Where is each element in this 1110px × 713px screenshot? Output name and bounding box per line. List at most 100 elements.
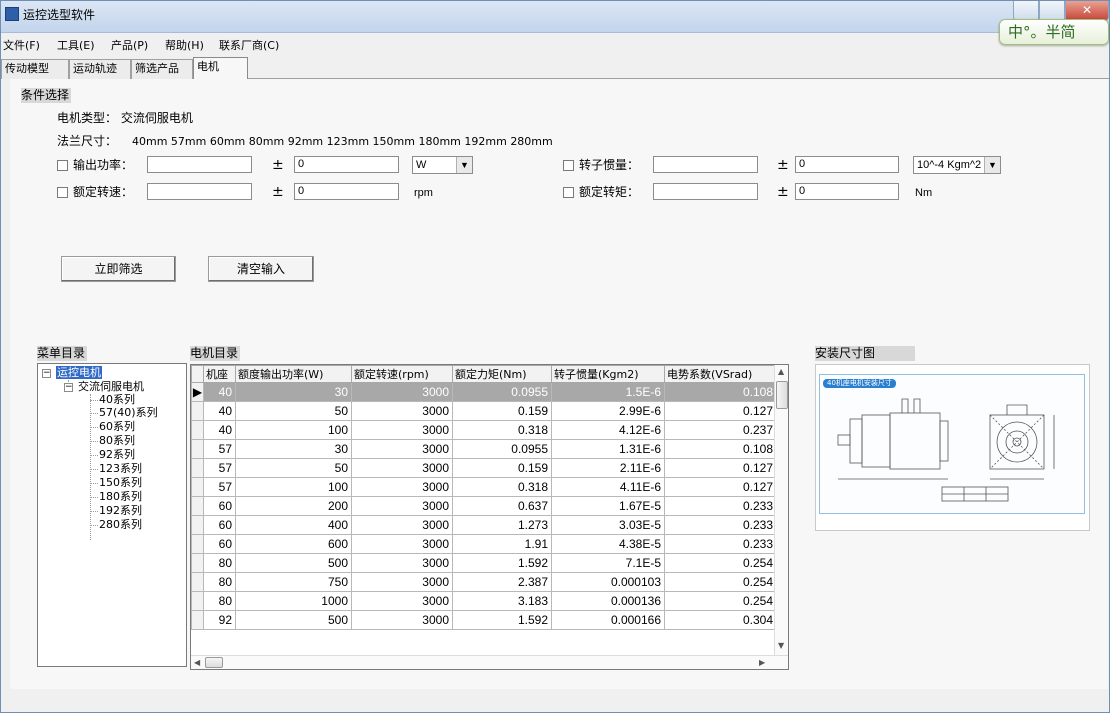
- menu-product[interactable]: 产品(P): [111, 37, 148, 55]
- table-cell[interactable]: 0.237: [664, 420, 777, 440]
- table-row[interactable]: ▶ 40 30 3000 0.0955 1.5E-6 0.108: [191, 382, 777, 402]
- output-power-checkbox[interactable]: [57, 160, 68, 171]
- table-row[interactable]: 57 30 3000 0.0955 1.31E-6 0.108: [191, 439, 777, 459]
- table-cell[interactable]: 0.318: [452, 420, 552, 440]
- row-header[interactable]: [191, 477, 204, 497]
- table-cell[interactable]: 3000: [351, 382, 453, 402]
- table-cell[interactable]: 0.254: [664, 572, 777, 592]
- maximize-button[interactable]: [1039, 1, 1065, 21]
- collapse-icon[interactable]: −: [64, 383, 73, 392]
- scroll-left-icon[interactable]: ◀: [194, 658, 200, 667]
- table-cell[interactable]: 0.254: [664, 553, 777, 573]
- table-cell[interactable]: 0.318: [452, 477, 552, 497]
- scrollbar-thumb[interactable]: [205, 657, 223, 668]
- table-cell[interactable]: 0.159: [452, 458, 552, 478]
- table-cell[interactable]: 0.108: [664, 382, 777, 402]
- table-cell[interactable]: 1.91: [452, 534, 552, 554]
- rotor-inertia-input[interactable]: [653, 156, 758, 173]
- row-header[interactable]: [191, 591, 204, 611]
- table-cell[interactable]: 80: [203, 553, 236, 573]
- clear-input-button[interactable]: 清空输入: [208, 256, 314, 282]
- table-row[interactable]: 60 600 3000 1.91 4.38E-5 0.233: [191, 534, 777, 554]
- scroll-down-icon[interactable]: ▼: [778, 641, 784, 650]
- table-cell[interactable]: 0.159: [452, 401, 552, 421]
- table-cell[interactable]: 4.12E-6: [551, 420, 665, 440]
- table-cell[interactable]: 40: [203, 420, 236, 440]
- rated-torque-input[interactable]: [653, 183, 758, 200]
- table-cell[interactable]: 3000: [351, 496, 453, 516]
- table-cell[interactable]: 100: [235, 477, 352, 497]
- table-cell[interactable]: 50: [235, 458, 352, 478]
- tree-node-series[interactable]: 180系列: [99, 491, 142, 503]
- table-cell[interactable]: 3000: [351, 401, 453, 421]
- table-row[interactable]: 40 50 3000 0.159 2.99E-6 0.127: [191, 401, 777, 421]
- table-cell[interactable]: 0.000166: [551, 610, 665, 630]
- table-cell[interactable]: 2.11E-6: [551, 458, 665, 478]
- table-cell[interactable]: 3.183: [452, 591, 552, 611]
- table-cell[interactable]: 1.31E-6: [551, 439, 665, 459]
- table-row[interactable]: 40 100 3000 0.318 4.12E-6 0.237: [191, 420, 777, 440]
- tree-node-series[interactable]: 192系列: [99, 505, 142, 517]
- table-cell[interactable]: 500: [235, 553, 352, 573]
- table-cell[interactable]: 400: [235, 515, 352, 535]
- table-cell[interactable]: 80: [203, 572, 236, 592]
- row-header[interactable]: [191, 496, 204, 516]
- tab-filter-products[interactable]: 筛选产品: [131, 59, 193, 79]
- table-cell[interactable]: 0.233: [664, 515, 777, 535]
- table-cell[interactable]: 0.0955: [452, 439, 552, 459]
- table-cell[interactable]: 0.127: [664, 477, 777, 497]
- table-vertical-scrollbar[interactable]: ▲ ▼: [774, 365, 788, 655]
- table-cell[interactable]: 2.387: [452, 572, 552, 592]
- table-row[interactable]: 80 750 3000 2.387 0.000103 0.254: [191, 572, 777, 592]
- rated-torque-tolerance-input[interactable]: 0: [795, 183, 899, 200]
- table-cell[interactable]: 0.0955: [452, 382, 552, 402]
- tree-node-series[interactable]: 92系列: [99, 449, 135, 461]
- table-cell[interactable]: 3000: [351, 458, 453, 478]
- table-cell[interactable]: 0.233: [664, 534, 777, 554]
- tree-node-series[interactable]: 60系列: [99, 421, 135, 433]
- table-cell[interactable]: 3000: [351, 439, 453, 459]
- tree-node-series[interactable]: 40系列: [99, 394, 135, 406]
- table-cell[interactable]: 57: [203, 458, 236, 478]
- table-cell[interactable]: 500: [235, 610, 352, 630]
- table-row[interactable]: 80 500 3000 1.592 7.1E-5 0.254: [191, 553, 777, 573]
- table-cell[interactable]: 3000: [351, 591, 453, 611]
- table-cell[interactable]: 2.99E-6: [551, 401, 665, 421]
- row-header[interactable]: [191, 420, 204, 440]
- table-cell[interactable]: 0.127: [664, 401, 777, 421]
- tab-motor[interactable]: 电机: [193, 57, 248, 80]
- table-cell[interactable]: 3.03E-5: [551, 515, 665, 535]
- table-cell[interactable]: 40: [203, 401, 236, 421]
- table-cell[interactable]: 1000: [235, 591, 352, 611]
- table-cell[interactable]: 0.108: [664, 439, 777, 459]
- table-cell[interactable]: 600: [235, 534, 352, 554]
- table-cell[interactable]: 0.637: [452, 496, 552, 516]
- table-cell[interactable]: 0.127: [664, 458, 777, 478]
- table-cell[interactable]: 0.254: [664, 591, 777, 611]
- column-header[interactable]: 电势系数(VSrad): [664, 365, 777, 383]
- table-cell[interactable]: 3000: [351, 553, 453, 573]
- row-header[interactable]: [191, 534, 204, 554]
- tab-motion-trajectory[interactable]: 运动轨迹: [69, 59, 131, 79]
- column-header[interactable]: 机座: [203, 365, 236, 383]
- table-cell[interactable]: 3000: [351, 572, 453, 592]
- row-header[interactable]: [191, 572, 204, 592]
- filter-now-button[interactable]: 立即筛选: [61, 256, 176, 282]
- table-cell[interactable]: 0.000103: [551, 572, 665, 592]
- table-cell[interactable]: 60: [203, 515, 236, 535]
- rated-speed-tolerance-input[interactable]: 0: [294, 183, 399, 200]
- close-button[interactable]: ✕: [1065, 1, 1109, 21]
- table-cell[interactable]: 0.304: [664, 610, 777, 630]
- table-cell[interactable]: 1.592: [452, 610, 552, 630]
- table-cell[interactable]: 60: [203, 534, 236, 554]
- table-cell[interactable]: 3000: [351, 420, 453, 440]
- table-row[interactable]: 60 200 3000 0.637 1.67E-5 0.233: [191, 496, 777, 516]
- row-header[interactable]: [191, 458, 204, 478]
- menu-help[interactable]: 帮助(H): [165, 37, 204, 55]
- table-cell[interactable]: 1.273: [452, 515, 552, 535]
- table-cell[interactable]: 100: [235, 420, 352, 440]
- table-cell[interactable]: 3000: [351, 477, 453, 497]
- table-cell[interactable]: 92: [203, 610, 236, 630]
- output-power-input[interactable]: [147, 156, 252, 173]
- table-cell[interactable]: 30: [235, 439, 352, 459]
